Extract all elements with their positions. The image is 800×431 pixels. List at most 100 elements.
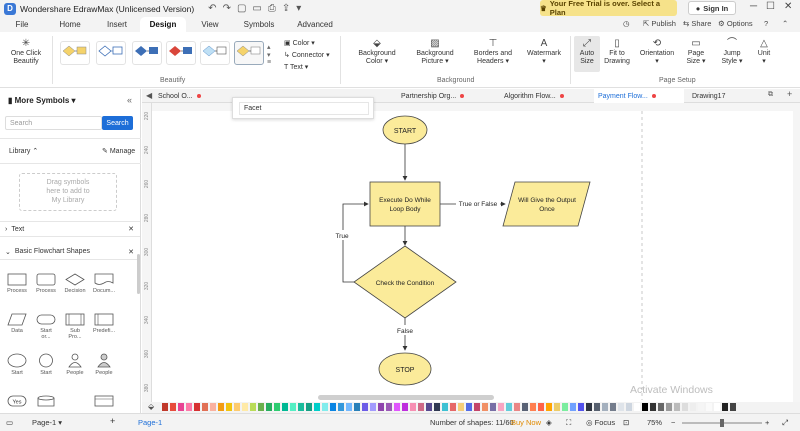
- color-swatch[interactable]: [394, 403, 400, 411]
- styles-scroll-up-icon[interactable]: ▴: [267, 43, 271, 51]
- close-section-icon[interactable]: ✕: [128, 225, 134, 233]
- color-swatch[interactable]: [610, 403, 616, 411]
- share-button[interactable]: ⇆ Share: [683, 19, 711, 28]
- beautify-style-2[interactable]: [96, 41, 126, 65]
- tab-design[interactable]: Design: [140, 17, 186, 32]
- shape-people[interactable]: People: [64, 353, 86, 376]
- color-swatch[interactable]: [482, 403, 488, 411]
- shape-yes[interactable]: Yes: [6, 395, 28, 409]
- output-parallelogram[interactable]: [502, 181, 591, 227]
- color-swatch[interactable]: [386, 403, 392, 411]
- text-section-header[interactable]: › Text ✕: [0, 221, 140, 237]
- color-swatch[interactable]: [578, 403, 584, 411]
- color-swatch[interactable]: [698, 403, 704, 411]
- page-tab[interactable]: Page-1: [138, 418, 162, 427]
- shape-start-circle[interactable]: Start: [6, 353, 28, 376]
- drawing-canvas[interactable]: START Execute Do While Loop Body Will Gi…: [153, 111, 793, 402]
- fit-window-icon[interactable]: ⤢: [782, 418, 788, 428]
- color-swatch[interactable]: [226, 403, 232, 411]
- shape-start-or-end[interactable]: Start or...: [35, 313, 57, 340]
- zoom-out-icon[interactable]: −: [671, 418, 675, 427]
- color-swatch[interactable]: [586, 403, 592, 411]
- color-swatch[interactable]: [402, 403, 408, 411]
- color-swatch[interactable]: [354, 403, 360, 411]
- collapse-panel-icon[interactable]: «: [127, 95, 132, 105]
- color-swatch[interactable]: [690, 403, 696, 411]
- tab-home[interactable]: Home: [54, 17, 86, 32]
- color-swatch[interactable]: [650, 403, 656, 411]
- process-box[interactable]: [369, 181, 441, 227]
- color-swatch[interactable]: [666, 403, 672, 411]
- collapse-ribbon-icon[interactable]: ⌃: [782, 19, 788, 28]
- manage-button[interactable]: ✎ Manage: [102, 147, 135, 155]
- options-button[interactable]: ⚙ Options: [718, 19, 753, 28]
- color-swatch[interactable]: [258, 403, 264, 411]
- color-swatch[interactable]: [338, 403, 344, 411]
- color-swatch[interactable]: [466, 403, 472, 411]
- color-swatch[interactable]: [314, 403, 320, 411]
- tab-file[interactable]: File: [8, 17, 36, 32]
- page-size-button[interactable]: ▭ Page Size ▾: [682, 38, 710, 66]
- color-swatch[interactable]: [410, 403, 416, 411]
- shape-predefined[interactable]: Predefi...: [93, 313, 115, 334]
- clock-icon[interactable]: ◷: [623, 19, 630, 28]
- color-swatch[interactable]: [674, 403, 680, 411]
- undo-icon[interactable]: ↶: [208, 3, 216, 14]
- minimize-icon[interactable]: ─: [750, 1, 757, 12]
- color-swatch[interactable]: [210, 403, 216, 411]
- color-swatch[interactable]: [450, 403, 456, 411]
- color-swatch[interactable]: [194, 403, 200, 411]
- shape-document[interactable]: Docum...: [93, 273, 115, 294]
- beautify-style-6[interactable]: [234, 41, 264, 65]
- color-swatch[interactable]: [538, 403, 544, 411]
- color-swatch[interactable]: [682, 403, 688, 411]
- color-swatch[interactable]: [330, 403, 336, 411]
- beautify-style-3[interactable]: [132, 41, 162, 65]
- shape-people-filled[interactable]: People: [93, 353, 115, 376]
- color-swatch[interactable]: [234, 403, 240, 411]
- color-swatch[interactable]: [618, 403, 624, 411]
- my-library-dropzone[interactable]: Drag symbols here to add to My Library: [19, 173, 117, 211]
- text-option[interactable]: T Text ▾: [284, 63, 308, 71]
- doc-tab-school[interactable]: School O...: [154, 89, 234, 103]
- add-page-icon[interactable]: +: [110, 416, 115, 426]
- color-swatch[interactable]: [218, 403, 224, 411]
- styles-expand-icon[interactable]: ≡: [267, 59, 271, 66]
- redo-icon[interactable]: ↷: [223, 3, 231, 14]
- color-swatch[interactable]: [298, 403, 304, 411]
- color-swatch[interactable]: [626, 403, 632, 411]
- beautify-style-4[interactable]: [166, 41, 196, 65]
- color-swatch[interactable]: [202, 403, 208, 411]
- color-swatch[interactable]: [490, 403, 496, 411]
- sign-in-button[interactable]: ● Sign In: [688, 1, 736, 15]
- color-swatch[interactable]: [242, 403, 248, 411]
- color-swatch[interactable]: [274, 403, 280, 411]
- background-picture-button[interactable]: ▨ Background Picture ▾: [410, 38, 460, 66]
- horizontal-scrollbar[interactable]: [318, 395, 494, 400]
- color-swatch[interactable]: [250, 403, 256, 411]
- close-icon[interactable]: ✕: [784, 1, 792, 12]
- color-swatch[interactable]: [418, 403, 424, 411]
- trial-plan-button[interactable]: ♛ Your Free Trial is over. Select a Plan: [540, 0, 677, 17]
- color-swatch[interactable]: [306, 403, 312, 411]
- color-swatch[interactable]: [474, 403, 480, 411]
- color-swatch[interactable]: [266, 403, 272, 411]
- watermark-button[interactable]: A Watermark ▾: [522, 38, 566, 66]
- color-swatch[interactable]: [346, 403, 352, 411]
- symbol-search-input[interactable]: Search: [5, 116, 102, 130]
- shape-database[interactable]: [35, 395, 57, 409]
- color-swatch[interactable]: [570, 403, 576, 411]
- shape-card[interactable]: [93, 395, 115, 409]
- color-swatch[interactable]: [506, 403, 512, 411]
- buy-now-link[interactable]: Buy Now: [511, 418, 541, 427]
- focus-button[interactable]: ◎ Focus: [586, 418, 615, 427]
- beautify-style-1[interactable]: [60, 41, 90, 65]
- fullscreen-icon[interactable]: ⛶: [566, 418, 571, 428]
- fill-bucket-icon[interactable]: ⬙: [148, 402, 154, 411]
- color-swatch[interactable]: [546, 403, 552, 411]
- panel-scrollbar[interactable]: [137, 254, 140, 294]
- search-button[interactable]: Search: [102, 116, 133, 130]
- flowchart-section-header[interactable]: ⌄ Basic Flowchart Shapes ✕: [0, 244, 140, 260]
- doc-tab-algorithm[interactable]: Algorithm Flow...: [500, 89, 592, 103]
- shape-process[interactable]: Process: [35, 273, 57, 294]
